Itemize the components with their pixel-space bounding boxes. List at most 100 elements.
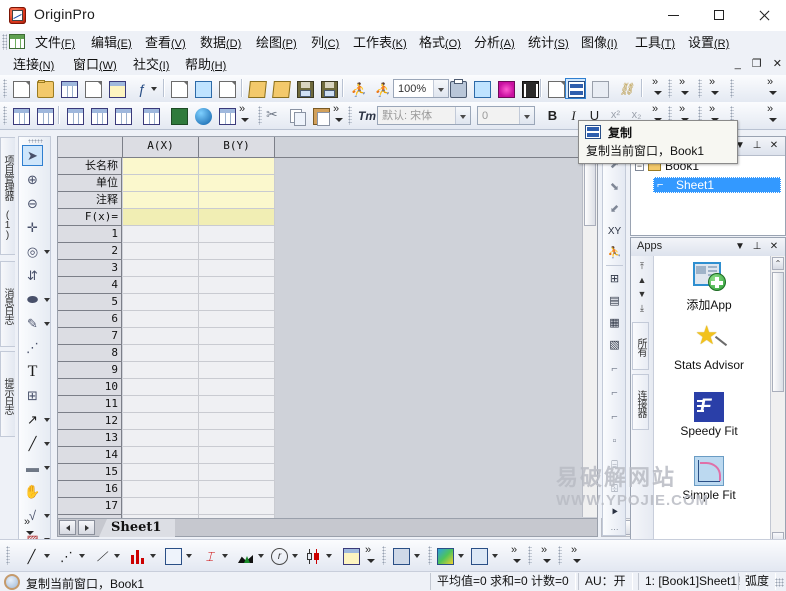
cell-a-8[interactable] bbox=[123, 345, 199, 362]
row-header-13[interactable]: 13 bbox=[58, 430, 122, 447]
menu-column[interactable]: 列(C) bbox=[306, 33, 344, 52]
worldmap-button[interactable] bbox=[192, 105, 213, 126]
menu-window[interactable]: 窗口(W) bbox=[68, 55, 122, 74]
text-tool-button[interactable]: T bbox=[22, 361, 43, 382]
quick-fit-button[interactable]: ⛹ bbox=[605, 243, 624, 262]
mdi-restore-button[interactable]: ❐ bbox=[752, 57, 762, 70]
new-folder-button[interactable] bbox=[34, 78, 55, 99]
cell-a-9[interactable] bbox=[123, 362, 199, 379]
font-family-combo[interactable]: 默认: 宋体 bbox=[377, 106, 471, 125]
line-symbol-dropdown[interactable] bbox=[112, 545, 122, 566]
toolbar-expander-3[interactable] bbox=[708, 76, 721, 99]
fill-area-dropdown[interactable] bbox=[256, 545, 266, 566]
3d-surface-dropdown[interactable] bbox=[412, 545, 422, 566]
sheet-tab-sheet1[interactable]: Sheet1 bbox=[99, 519, 176, 537]
row-header-3[interactable]: 3 bbox=[58, 260, 122, 277]
tile-windows-button[interactable] bbox=[589, 78, 610, 99]
add-new-column-button[interactable] bbox=[10, 105, 31, 126]
menu-preferences[interactable]: 设置(R) bbox=[683, 33, 734, 52]
toolbar-grip[interactable] bbox=[668, 79, 672, 98]
area-plot-button[interactable] bbox=[162, 545, 183, 566]
menu-edit[interactable]: 编辑(E) bbox=[86, 33, 137, 52]
graph-toolbar-grip[interactable] bbox=[6, 546, 10, 565]
data-selector-tool-button[interactable]: ⇵ bbox=[22, 265, 43, 286]
scatter-points-tool-button[interactable]: ⋰ bbox=[22, 337, 43, 358]
add-object-tool-button[interactable]: ⊞ bbox=[22, 385, 43, 406]
graph-toolbar-expander-4[interactable] bbox=[570, 544, 583, 567]
cell-b-5[interactable] bbox=[199, 294, 275, 311]
cell-a-16[interactable] bbox=[123, 481, 199, 498]
meta-cell-b-longname[interactable] bbox=[199, 158, 275, 175]
cell-a-7[interactable] bbox=[123, 328, 199, 345]
toolbar-grip[interactable] bbox=[698, 79, 702, 98]
copy-button[interactable] bbox=[286, 105, 307, 126]
cell-a-10[interactable] bbox=[123, 379, 199, 396]
new-graph-button[interactable] bbox=[82, 78, 103, 99]
app-item-add-app[interactable]: 添加App bbox=[655, 262, 763, 313]
3d-surface-button[interactable] bbox=[390, 545, 411, 566]
data-reader-dropdown[interactable] bbox=[44, 241, 51, 262]
line-plot-button[interactable]: ╱ bbox=[20, 545, 41, 566]
new-notes-button[interactable] bbox=[192, 78, 213, 99]
line-plot-dropdown[interactable] bbox=[42, 545, 52, 566]
apps-panel-close-button[interactable]: ✕ bbox=[767, 240, 781, 254]
menu-image[interactable]: 图像(I) bbox=[576, 33, 622, 52]
font-family-dropdown-button[interactable] bbox=[455, 107, 470, 124]
row-header-10[interactable]: 10 bbox=[58, 379, 122, 396]
apps-tab-all[interactable]: 所有 bbox=[632, 322, 649, 370]
merge-2x2-button[interactable]: ▦ bbox=[605, 313, 624, 332]
cell-b-10[interactable] bbox=[199, 379, 275, 396]
new-excel-button[interactable] bbox=[216, 78, 237, 99]
cell-a-3[interactable] bbox=[123, 260, 199, 277]
mdi-minimize-button[interactable]: _ bbox=[735, 58, 741, 70]
new-function-plot-dropdown[interactable] bbox=[148, 78, 159, 99]
cell-b-7[interactable] bbox=[199, 328, 275, 345]
axis-style-2-button[interactable]: ⌐ bbox=[605, 383, 624, 402]
new-workbook-button[interactable] bbox=[58, 78, 79, 99]
graph-toolbar-grip-5[interactable] bbox=[558, 546, 562, 565]
tools-palette-expander[interactable] bbox=[23, 516, 36, 539]
contour-button[interactable] bbox=[434, 545, 455, 566]
toolbar-expander-4[interactable] bbox=[766, 76, 779, 99]
menu-social[interactable]: 社交(I) bbox=[128, 55, 174, 74]
meta-cell-b-units[interactable] bbox=[199, 175, 275, 192]
standard-toolbar-grip[interactable] bbox=[3, 79, 7, 98]
zoom-combo[interactable]: 100% bbox=[393, 79, 449, 98]
new-matrix-button[interactable] bbox=[106, 78, 127, 99]
cell-b-12[interactable] bbox=[199, 413, 275, 430]
meta-cell-a-units[interactable] bbox=[123, 175, 199, 192]
cell-a-2[interactable] bbox=[123, 243, 199, 260]
font-style-button[interactable]: Tт bbox=[355, 105, 376, 126]
line-dropdown[interactable] bbox=[44, 433, 51, 454]
menu-plot[interactable]: 绘图(P) bbox=[251, 33, 302, 52]
cell-a-5[interactable] bbox=[123, 294, 199, 311]
polar-plot-dropdown[interactable] bbox=[290, 545, 300, 566]
vtoolbar-grip[interactable]: ⋯ bbox=[605, 519, 624, 534]
worksheet-toolbar-grip[interactable] bbox=[3, 106, 7, 125]
column-header-a[interactable]: A(X) bbox=[123, 137, 199, 158]
cell-b-9[interactable] bbox=[199, 362, 275, 379]
image-plot-button[interactable] bbox=[468, 545, 489, 566]
cut-button[interactable] bbox=[262, 105, 283, 126]
area-plot-dropdown[interactable] bbox=[184, 545, 194, 566]
cell-a-1[interactable] bbox=[123, 226, 199, 243]
row-header-4[interactable]: 4 bbox=[58, 277, 122, 294]
row-header-fx[interactable]: F(x)= bbox=[58, 209, 122, 226]
stop-script-button[interactable]: ⛹ bbox=[371, 78, 392, 99]
apps-tab-connector[interactable]: 连接器 bbox=[632, 374, 649, 430]
cell-a-14[interactable] bbox=[123, 447, 199, 464]
meta-cell-a-fx[interactable] bbox=[123, 209, 199, 226]
app-item-speedy-fit[interactable]: F Speedy Fit bbox=[655, 392, 763, 439]
column-plot-dropdown[interactable] bbox=[148, 545, 158, 566]
open-excel-button[interactable] bbox=[270, 78, 291, 99]
axis-style-1-button[interactable]: ⌐ bbox=[605, 359, 624, 378]
graph-toolbar-grip-2[interactable] bbox=[382, 546, 386, 565]
project-explorer-close-button[interactable]: ✕ bbox=[767, 139, 781, 153]
apps-panel-menu-button[interactable]: ▼ bbox=[733, 240, 747, 254]
cell-a-13[interactable] bbox=[123, 430, 199, 447]
app-item-simple-fit[interactable]: Simple Fit bbox=[655, 456, 763, 503]
format-toolbar-expander-4[interactable] bbox=[766, 103, 779, 126]
row-header-7[interactable]: 7 bbox=[58, 328, 122, 345]
next-sheet-button[interactable] bbox=[78, 520, 95, 535]
polar-plot-button[interactable]: r bbox=[268, 545, 289, 566]
